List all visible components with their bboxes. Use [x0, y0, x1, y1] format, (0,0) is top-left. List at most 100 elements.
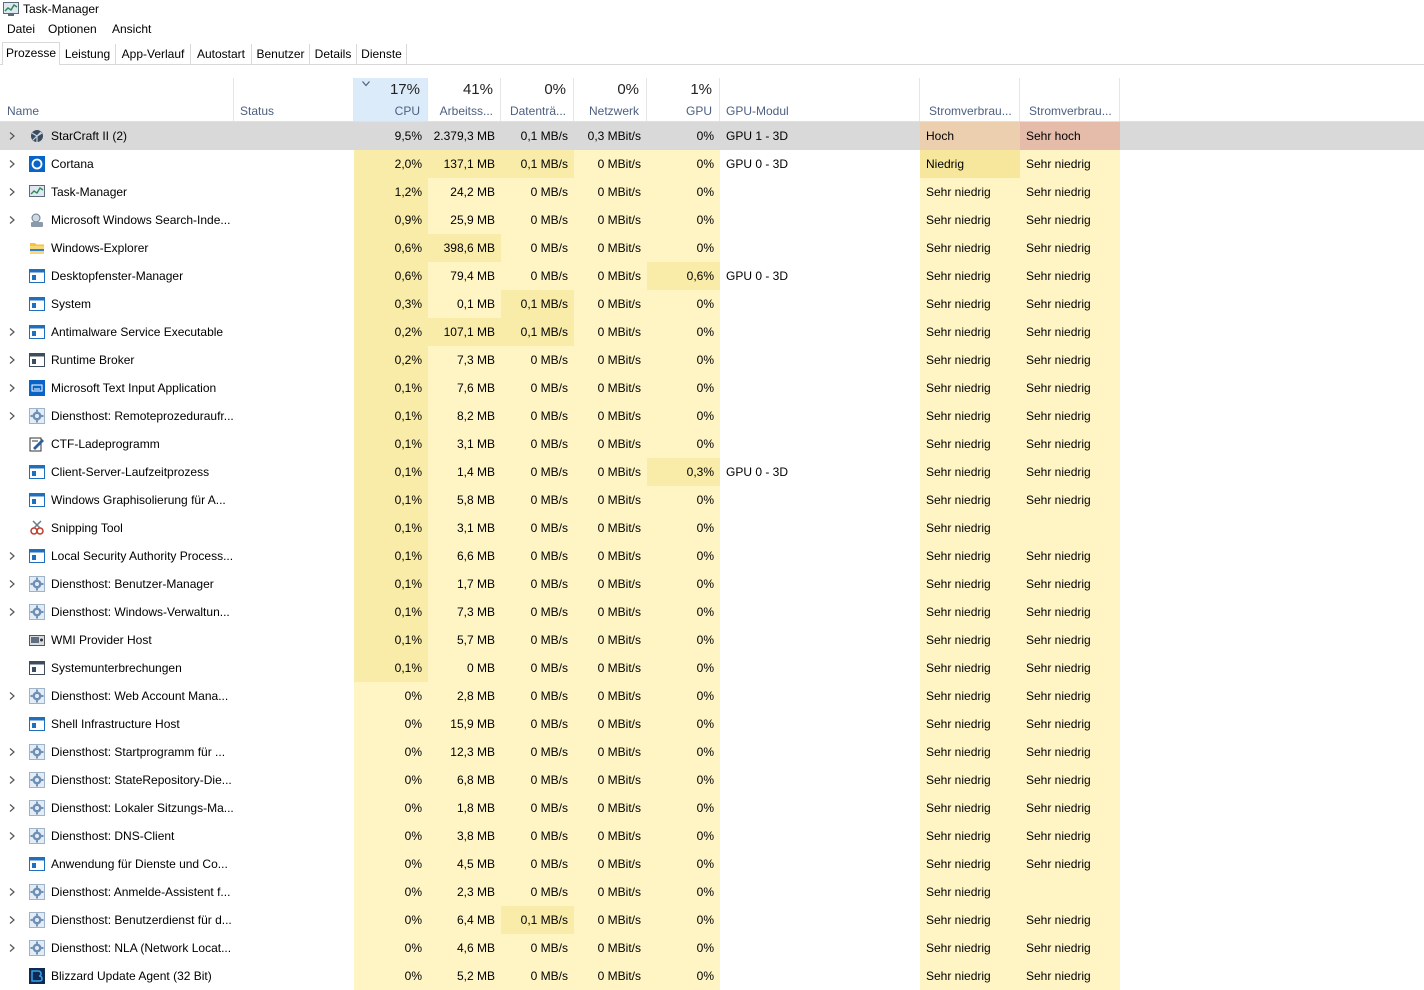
gpu-cell: 0% — [647, 346, 720, 374]
net-cell: 0 MBit/s — [574, 374, 647, 402]
net-cell: 0 MBit/s — [574, 822, 647, 850]
gpu-cell: 0% — [647, 878, 720, 906]
process-row[interactable]: Desktopfenster-Manager 0,6% 79,4 MB 0 MB/s 0… — [0, 262, 1424, 290]
gpu-engine-cell — [720, 234, 920, 262]
menu-optionen[interactable]: Optionen — [48, 22, 97, 36]
process-row[interactable]: CTF-Ladeprogramm 0,1% 3,1 MB 0 MB/s 0 MBit/s… — [0, 430, 1424, 458]
process-row[interactable]: Task-Manager 1,2% 24,2 MB 0 MB/s 0 MBit/s 0% S… — [0, 178, 1424, 206]
status-cell — [234, 710, 354, 738]
process-row[interactable]: Microsoft Text Input Application 0,1% 7,6 … — [0, 374, 1424, 402]
column-header-gpu-engine[interactable]: GPU-Modul — [720, 78, 920, 121]
chevron-right-icon[interactable] — [9, 188, 15, 196]
tab-dienste[interactable]: Dienste — [357, 44, 407, 64]
process-name: Task-Manager — [51, 185, 128, 199]
menu-ansicht[interactable]: Ansicht — [112, 22, 151, 36]
chevron-right-icon[interactable] — [9, 384, 15, 392]
column-header-network[interactable]: 0% Netzwerk — [574, 78, 647, 121]
process-row[interactable]: Client-Server-Laufzeitprozess 0,1% 1,4 MB 0… — [0, 458, 1424, 486]
cpu-cell: 0,1% — [354, 654, 428, 682]
mem-cell: 15,9 MB — [428, 710, 501, 738]
power-usage-cell: Niedrig — [920, 150, 1020, 178]
process-row[interactable]: Windows-Explorer 0,6% 398,6 MB 0 MB/s 0 MBit… — [0, 234, 1424, 262]
chevron-right-icon[interactable] — [9, 356, 15, 364]
process-row[interactable]: Diensthost: Anmelde-Assistent f... 0% 2,3 … — [0, 878, 1424, 906]
disk-cell: 0 MB/s — [501, 206, 574, 234]
process-row[interactable]: Diensthost: Benutzerdienst für d... 0% 6,4… — [0, 906, 1424, 934]
cpu-cell: 0% — [354, 766, 428, 794]
column-header-memory[interactable]: 41% Arbeitss... — [428, 78, 501, 121]
power-trend-cell — [1020, 878, 1120, 906]
gpu-engine-cell — [720, 794, 920, 822]
column-header-power[interactable]: Stromverbrau... — [920, 78, 1020, 121]
process-row[interactable]: Diensthost: Benutzer-Manager 0,1% 1,7 MB 0 … — [0, 570, 1424, 598]
chevron-right-icon[interactable] — [9, 748, 15, 756]
chevron-right-icon[interactable] — [9, 888, 15, 896]
process-row[interactable]: Runtime Broker 0,2% 7,3 MB 0 MB/s 0 MBit/s 0%… — [0, 346, 1424, 374]
column-header-power-trend[interactable]: Stromverbrau... — [1020, 78, 1120, 121]
chevron-right-icon[interactable] — [9, 552, 15, 560]
name-cell: Snipping Tool — [0, 514, 234, 542]
process-row[interactable]: Systemunterbrechungen 0,1% 0 MB 0 MB/s 0 MBi… — [0, 654, 1424, 682]
tab-autostart[interactable]: Autostart — [191, 44, 252, 64]
process-row[interactable]: Local Security Authority Process... 0,1% 6… — [0, 542, 1424, 570]
chevron-right-icon[interactable] — [9, 132, 15, 140]
column-header-cpu[interactable]: 17% CPU — [354, 78, 428, 121]
process-row[interactable]: Diensthost: Startprogramm für ... 0% 12,3 … — [0, 738, 1424, 766]
process-row[interactable]: Diensthost: NLA (Network Locat... 0% 4,6 M… — [0, 934, 1424, 962]
chevron-right-icon[interactable] — [9, 916, 15, 924]
name-cell: Microsoft Windows Search-Inde... — [0, 206, 234, 234]
gear-icon — [29, 604, 45, 620]
tab-leistung[interactable]: Leistung — [60, 44, 116, 64]
gpu-engine-cell: GPU 0 - 3D — [726, 465, 789, 479]
chevron-right-icon[interactable] — [9, 776, 15, 784]
tab-details[interactable]: Details — [310, 44, 357, 64]
process-row[interactable]: Anwendung für Dienste und Co... 0% 4,5 MB 0… — [0, 850, 1424, 878]
name-cell: Windows Graphisolierung für A... — [0, 486, 234, 514]
chevron-right-icon[interactable] — [9, 160, 15, 168]
chevron-right-icon[interactable] — [9, 216, 15, 224]
column-header-disk[interactable]: 0% Datenträ... — [501, 78, 574, 121]
process-row[interactable]: Snipping Tool 0,1% 3,1 MB 0 MB/s 0 MBit/s 0% S… — [0, 514, 1424, 542]
name-cell: Diensthost: NLA (Network Locat... — [0, 934, 234, 962]
chevron-right-icon[interactable] — [9, 328, 15, 336]
power-trend-cell: Sehr niedrig — [1020, 906, 1120, 934]
tab-app-verlauf[interactable]: App-Verlauf — [116, 44, 191, 64]
chevron-right-icon[interactable] — [9, 412, 15, 420]
status-cell — [234, 458, 354, 486]
process-row[interactable]: WMI Provider Host 0,1% 5,7 MB 0 MB/s 0 MBit/… — [0, 626, 1424, 654]
cpu-cell: 1,2% — [354, 178, 428, 206]
disk-total-percent: 0% — [544, 81, 566, 98]
disk-cell: 0 MB/s — [501, 262, 574, 290]
process-row[interactable]: System 0,3% 0,1 MB 0,1 MB/s 0 MBit/s 0% Sehr n… — [0, 290, 1424, 318]
process-row[interactable]: StarCraft II (2) 9,5% 2.379,3 MB 0,1 MB/s 0,… — [0, 122, 1424, 150]
process-row[interactable]: Antimalware Service Executable 0,2% 107,1 … — [0, 318, 1424, 346]
process-row[interactable]: Diensthost: Web Account Mana... 0% 2,8 MB 0… — [0, 682, 1424, 710]
process-row[interactable]: Diensthost: Windows-Verwaltun... 0,1% 7,3 … — [0, 598, 1424, 626]
process-row[interactable]: Microsoft Windows Search-Inde... 0,9% 25,9… — [0, 206, 1424, 234]
tab-benutzer[interactable]: Benutzer — [252, 44, 310, 64]
column-header-status[interactable]: Status — [234, 78, 354, 121]
name-cell: Diensthost: Web Account Mana... — [0, 682, 234, 710]
chevron-right-icon[interactable] — [9, 692, 15, 700]
column-header-name[interactable]: Name — [0, 78, 234, 121]
chevron-right-icon[interactable] — [9, 608, 15, 616]
column-header-gpu[interactable]: 1% GPU — [647, 78, 720, 121]
menu-datei[interactable]: Datei — [7, 22, 35, 36]
process-row[interactable]: Diensthost: Lokaler Sitzungs-Ma... 0% 1,8 … — [0, 794, 1424, 822]
process-row[interactable]: Windows Graphisolierung für A... 0,1% 5,8 … — [0, 486, 1424, 514]
column-header-row: Name Status 17% CPU 41% Arbeitss... 0% D… — [0, 78, 1424, 122]
process-row[interactable]: Diensthost: Remoteprozeduraufr... 0,1% 8,2… — [0, 402, 1424, 430]
process-row[interactable]: Diensthost: StateRepository-Die... 0% 6,8 … — [0, 766, 1424, 794]
net-cell: 0 MBit/s — [574, 234, 647, 262]
process-row[interactable]: Diensthost: DNS-Client 0% 3,8 MB 0 MB/s 0 MB… — [0, 822, 1424, 850]
process-row[interactable]: Shell Infrastructure Host 0% 15,9 MB 0 MB/s… — [0, 710, 1424, 738]
tab-prozesse[interactable]: Prozesse — [2, 42, 60, 65]
power-trend-cell: Sehr niedrig — [1020, 262, 1120, 290]
mem-cell: 0 MB — [428, 654, 501, 682]
window-icon — [29, 325, 45, 339]
chevron-right-icon[interactable] — [9, 832, 15, 840]
process-row[interactable]: Cortana 2,0% 137,1 MB 0,1 MB/s 0 MBit/s 0% GPU… — [0, 150, 1424, 178]
chevron-right-icon[interactable] — [9, 944, 15, 952]
chevron-right-icon[interactable] — [9, 804, 15, 812]
chevron-right-icon[interactable] — [9, 580, 15, 588]
